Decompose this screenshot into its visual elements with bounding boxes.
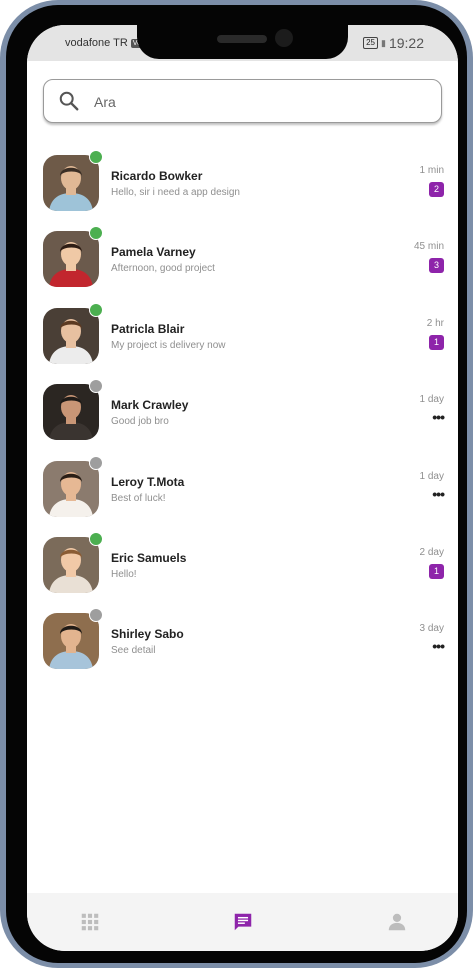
message-preview: My project is delivery now [111,339,226,351]
avatar [43,231,99,288]
contact-name: Mark Crawley [111,398,189,413]
contact-name: Patricla Blair [111,321,185,336]
avatar-container [43,531,103,593]
screen: vodafone TRVoLTE 25 ▮ 19:22 Rica [27,25,458,951]
message-preview: Afternoon, good project [111,263,215,275]
status-indicator [89,455,103,470]
avatar-container [43,608,103,670]
more-options-icon[interactable]: ••• [432,487,445,501]
message-time: 1 day [419,470,444,482]
avatar-container [43,379,103,441]
conversation-row[interactable]: Eric Samuels Hello! 2 day 1 [27,531,458,607]
message-time: 45 min [413,241,444,253]
unread-badge: 1 [429,334,444,350]
conversation-row[interactable]: Ricardo Bowker Hello, sir i need a app de… [27,149,458,225]
avatar [43,384,99,441]
status-indicator [89,226,103,241]
front-camera [275,29,293,47]
avatar [43,613,99,670]
system-tray: 25 ▮ 19:22 [363,35,424,51]
message-time: 1 min [419,165,444,176]
charging-icon: ▮ [381,37,386,48]
message-time: 2 hr [426,317,444,329]
avatar-photo [43,155,99,211]
avatar [43,307,99,364]
unread-badge: 1 [429,563,444,579]
message-preview: Good job bro [111,416,169,428]
message-time: 1 day [419,394,444,406]
search-icon [59,91,79,111]
avatar [43,460,99,517]
more-options-icon[interactable]: ••• [432,639,445,653]
grid-icon[interactable] [79,911,101,933]
avatar-container [43,455,103,517]
conversation-row[interactable]: Shirley Sabo See detail 3 day ••• [27,607,458,683]
status-indicator [89,531,103,546]
conversation-row[interactable]: Mark Crawley Good job bro 1 day ••• [27,378,458,454]
chat-icon[interactable] [232,911,254,933]
device-bezel: vodafone TRVoLTE 25 ▮ 19:22 Rica [6,5,467,963]
device-frame: vodafone TRVoLTE 25 ▮ 19:22 Rica [0,0,473,968]
camera-notch [137,25,348,59]
battery-icon: 25 [363,37,378,49]
search-bar[interactable] [43,79,442,123]
avatar-photo [43,384,99,441]
avatar-photo [43,536,99,593]
clock: 19:22 [388,35,424,51]
message-preview: See detail [111,645,156,657]
contact-name: Ricardo Bowker [111,169,203,183]
avatar-photo [43,231,99,288]
message-time: 2 day [419,546,444,558]
message-preview: Hello! [111,568,137,580]
profile-icon[interactable] [386,911,408,933]
avatar-container [43,226,103,288]
status-indicator [89,302,103,317]
avatar-photo [43,460,99,517]
unread-badge: 2 [429,182,444,197]
avatar-photo [43,613,99,670]
more-options-icon[interactable]: ••• [432,410,445,424]
conversation-row[interactable]: Pamela Varney Afternoon, good project 45 m… [27,225,458,301]
avatar [43,155,99,211]
speaker-grille [217,35,267,43]
message-preview: Hello, sir i need a app design [111,187,240,198]
avatar-photo [43,307,99,364]
contact-name: Pamela Varney [111,245,196,260]
status-indicator [89,379,103,394]
status-indicator [89,150,103,164]
conversation-list: Ricardo Bowker Hello, sir i need a app de… [27,149,458,684]
unread-badge: 3 [429,258,444,274]
carrier-name: vodafone TR [65,37,128,49]
message-preview: Best of luck! [111,492,166,504]
contact-name: Shirley Sabo [111,627,184,642]
bottom-nav [27,893,458,951]
avatar [43,536,99,593]
contact-name: Leroy T.Mota [111,474,185,489]
conversation-row[interactable]: Leroy T.Mota Best of luck! 1 day ••• [27,455,458,531]
conversation-row[interactable]: Patricla Blair My project is delivery now… [27,302,458,378]
search-input[interactable] [92,88,426,116]
message-time: 3 day [419,623,444,635]
contact-name: Eric Samuels [111,550,187,565]
avatar-container [43,150,103,211]
avatar-container [43,302,103,364]
status-indicator [89,608,103,623]
